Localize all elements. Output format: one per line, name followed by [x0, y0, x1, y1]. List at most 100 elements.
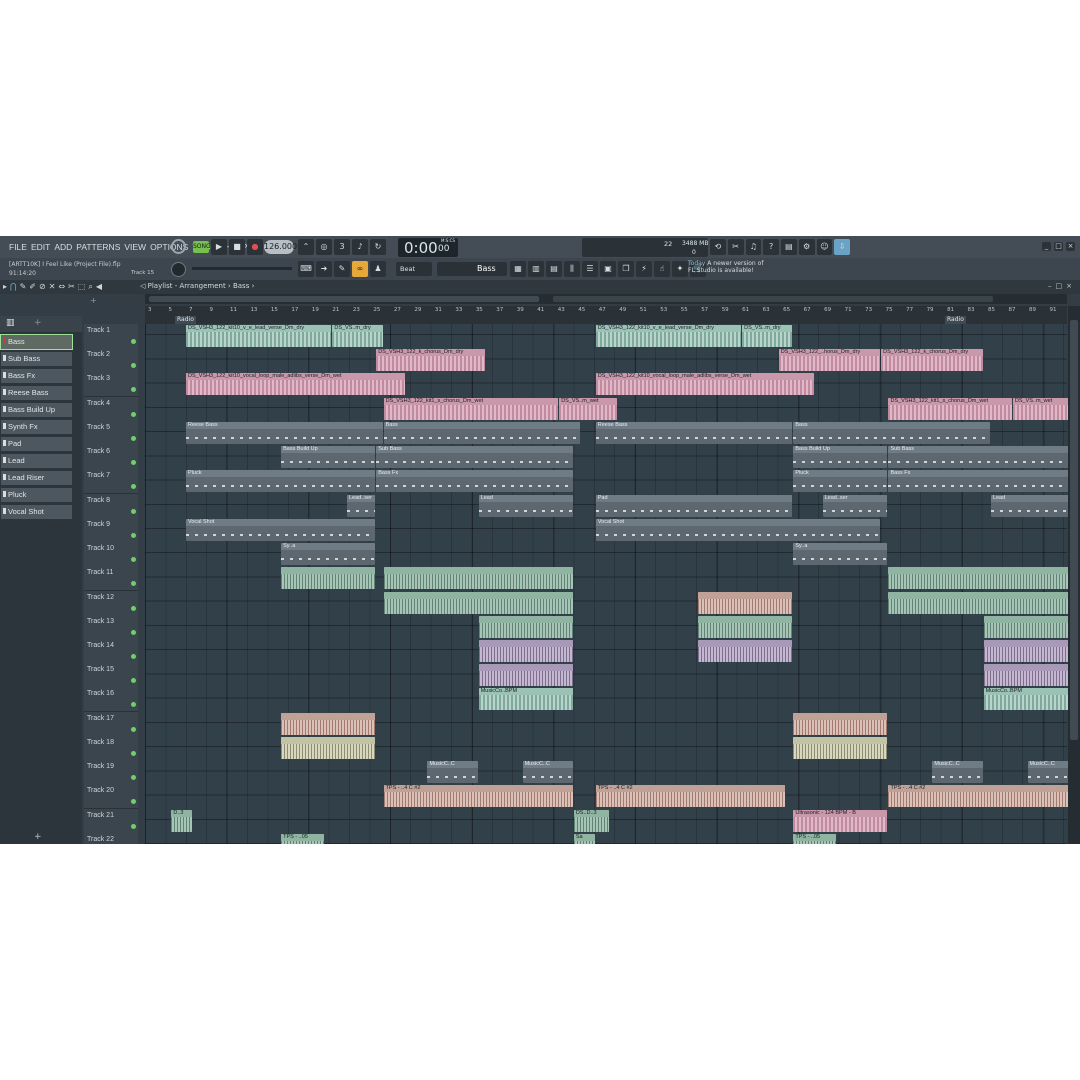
playlist-clip[interactable]: MusicCo..BPM	[478, 688, 573, 711]
track-mute-indicator[interactable]	[131, 532, 136, 538]
track-mute-indicator[interactable]	[131, 484, 136, 490]
playlist-clip[interactable]: TPS - ..4 C #2	[383, 785, 573, 808]
zoom-icon[interactable]: ⌕	[88, 282, 92, 292]
pattern-item[interactable]: Vocal Shot	[1, 505, 72, 519]
playlist-clip[interactable]: DS_VS..m_wet	[1012, 397, 1071, 420]
playlist-clip[interactable]: Bass Fx	[888, 470, 1080, 493]
menu-add[interactable]: ADD	[54, 242, 72, 252]
playlist-clip[interactable]: Bass Build Up	[793, 446, 888, 469]
playlist-clip[interactable]	[888, 567, 1078, 590]
slice-icon[interactable]: ✂	[68, 282, 75, 292]
playback-icon[interactable]: ◀	[96, 282, 102, 292]
playlist-clip[interactable]	[281, 736, 376, 759]
playlist-close-icon[interactable]: ×	[1066, 282, 1072, 290]
playlist-clip[interactable]: DS_VSH3_122_kit10_vocal_loop_male_adlibs…	[186, 373, 405, 396]
playlist-clip[interactable]: DS_VS..m_dry	[742, 325, 793, 347]
mic-icon[interactable]: ♫	[745, 239, 762, 255]
countdown-icon[interactable]: 3	[334, 239, 350, 255]
magnet-icon[interactable]: ⋂	[10, 282, 17, 292]
track-header[interactable]: Track 7	[84, 469, 138, 495]
playlist-clip[interactable]: DS_VSH3_122_kit1_s_chorus_Dm_wet	[888, 397, 1012, 420]
playlist-clip[interactable]: DS_VSH3_122_k_chorus_Dm_dry	[881, 349, 983, 372]
touch-icon[interactable]: ☝	[654, 261, 670, 277]
download-icon[interactable]: ⇩	[834, 239, 850, 255]
playlist-minimize-icon[interactable]: –	[1048, 282, 1052, 290]
track-header[interactable]: Track 15	[84, 663, 138, 689]
track-mute-indicator[interactable]	[131, 605, 136, 611]
menu-file[interactable]: FILE	[9, 242, 27, 252]
track-header[interactable]: Track 18	[84, 735, 138, 761]
track-header[interactable]: Track 5	[84, 420, 138, 446]
pattern-item[interactable]: Pluck	[1, 488, 72, 502]
playlist-clip[interactable]	[888, 591, 1078, 614]
plugin-icon[interactable]: ⚙	[798, 239, 815, 255]
track-mute-indicator[interactable]	[131, 411, 136, 417]
playlist-clip[interactable]: Reese Bass	[186, 421, 383, 444]
playlist-clip[interactable]	[478, 615, 573, 638]
playlist-clip[interactable]	[698, 591, 793, 614]
mixer-window-icon[interactable]: ⫼	[564, 261, 580, 277]
timeline-ruler[interactable]: 3 5 7 9 11 13 15 17 19 21 23 25 27 29 31 33 35 37 39 41 43 45…	[145, 306, 1067, 324]
help-icon[interactable]: ?	[763, 239, 779, 255]
track-mute-indicator[interactable]	[131, 750, 136, 756]
playlist-clip[interactable]	[281, 712, 376, 735]
playlist-clip[interactable]: Lead..ser	[822, 494, 888, 517]
playlist-clip[interactable]: Pluck	[793, 470, 888, 493]
pattern-item[interactable]: Lead Riser	[1, 471, 72, 485]
playlist-clip[interactable]: MusicC..C	[427, 761, 478, 784]
playlist-clip[interactable]: DS_VSH3_122_k_chorus_Dm_dry	[376, 349, 485, 372]
track-header[interactable]: Track 3	[84, 372, 138, 398]
track-mute-indicator[interactable]	[131, 508, 136, 514]
pattern-picker-icon[interactable]: ▥	[6, 318, 15, 328]
delete-icon[interactable]: ⊘	[39, 282, 46, 292]
playlist-clip[interactable]: Reese Bass	[595, 421, 793, 444]
track-header[interactable]: Track 1	[84, 324, 138, 349]
loop-record-icon[interactable]: ↻	[370, 239, 386, 255]
playlist-clip[interactable]: DS..D..3	[573, 809, 610, 832]
pattern-item[interactable]: Bass Fx	[1, 369, 72, 383]
playlist-maximize-icon[interactable]: □	[1056, 282, 1063, 290]
playlist-clip[interactable]: DS_VSH3_122_..horus_Dm_dry	[778, 349, 881, 372]
track-header[interactable]: Track 17	[84, 711, 138, 737]
track-header[interactable]: Track 10	[84, 542, 138, 568]
overview-scrollbar[interactable]	[145, 294, 1067, 304]
track-header[interactable]: Track 21	[84, 808, 138, 834]
playlist-clip[interactable]	[281, 567, 376, 590]
track-mute-indicator[interactable]	[131, 799, 136, 805]
play-button[interactable]: ▶	[211, 239, 227, 255]
playlist-clip[interactable]	[698, 615, 793, 638]
pattern-item[interactable]: Lead	[1, 454, 72, 468]
track-header[interactable]: Track 11	[84, 566, 138, 592]
menu-view[interactable]: VIEW	[124, 242, 146, 252]
snap-selector[interactable]: Beat	[396, 262, 432, 276]
playlist-clip[interactable]: Pluck	[186, 470, 376, 493]
metronome-icon[interactable]: ⌃	[298, 239, 314, 255]
mixer-icon[interactable]: ✂	[727, 239, 744, 255]
track-mute-indicator[interactable]	[131, 678, 136, 684]
pattern-item[interactable]: Reese Bass	[1, 386, 72, 400]
playlist-clip[interactable]: Bass	[383, 421, 581, 444]
playlist-clip[interactable]	[793, 712, 888, 735]
arrow-right-icon[interactable]: ▸	[3, 282, 7, 292]
playlist-clip[interactable]: Lead..ser	[346, 494, 376, 517]
close-icon[interactable]: ×	[1066, 242, 1075, 251]
arrow-icon[interactable]: ➜	[316, 261, 332, 277]
playlist-clip[interactable]: TPS - ..4 C #2	[888, 785, 1078, 808]
track-header[interactable]: Track 13	[84, 614, 138, 640]
vertical-scrollbar[interactable]	[1068, 306, 1080, 844]
plug-icon[interactable]: ⚡	[636, 261, 652, 277]
track-header[interactable]: Track 9	[84, 517, 138, 543]
slip-icon[interactable]: ⇔	[58, 282, 65, 292]
select-icon[interactable]: ⬚	[78, 282, 86, 292]
maximize-icon[interactable]: □	[1054, 242, 1063, 251]
keyboard-icon[interactable]: ⌨	[298, 261, 314, 277]
track-header[interactable]: Track 8	[84, 493, 138, 519]
playlist-clip[interactable]: TPS - ..4 C #2	[595, 785, 786, 808]
playlist-clip[interactable]	[793, 736, 888, 759]
track-mute-indicator[interactable]	[131, 460, 136, 466]
track-mute-indicator[interactable]	[131, 557, 136, 563]
playlist-icon[interactable]: ▦	[510, 261, 526, 277]
channel-rack-icon[interactable]: ▤	[546, 261, 562, 277]
marker-radio-2[interactable]: Radio	[945, 316, 966, 324]
undo-icon[interactable]: ⟲	[710, 239, 726, 255]
